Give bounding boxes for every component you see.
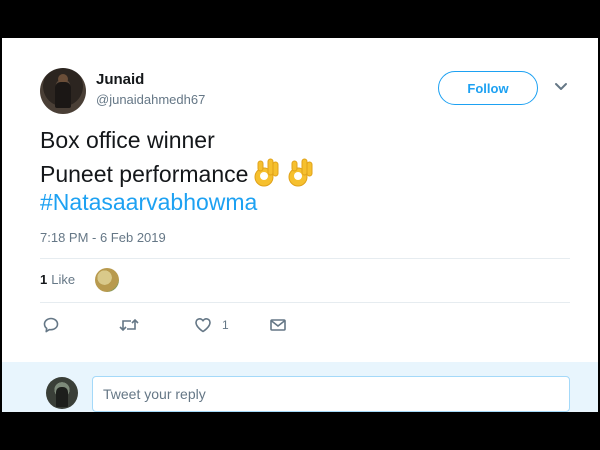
likes-summary[interactable]: 1 Like (40, 272, 75, 287)
heart-icon (195, 318, 211, 333)
retweet-icon (119, 318, 139, 332)
like-count: 1 (222, 318, 229, 332)
divider (40, 258, 570, 259)
reply-input[interactable]: Tweet your reply (92, 376, 570, 412)
chevron-down-icon[interactable] (554, 82, 568, 92)
current-user-avatar[interactable] (46, 377, 78, 409)
tweet-line-2-text: Puneet performance (40, 161, 249, 187)
likes-count: 1 (40, 272, 48, 287)
direct-message-button[interactable] (269, 315, 287, 335)
reply-icon (43, 317, 59, 333)
tweet-line-2: Puneet performance (40, 156, 580, 187)
author-avatar[interactable] (40, 68, 86, 114)
author-name[interactable]: Junaid (96, 71, 144, 88)
tweet-timestamp[interactable]: 7:18 PM - 6 Feb 2019 (40, 230, 166, 245)
reply-button[interactable] (42, 315, 60, 335)
ok-hand-emoji (286, 156, 316, 196)
likes-label: Like (51, 272, 76, 287)
top-black-bar (0, 0, 600, 38)
tweet-line-1: Box office winner (40, 127, 215, 153)
envelope-icon (270, 319, 286, 331)
like-button[interactable]: 1 (194, 315, 229, 335)
tweet-text: Box office winner Puneet performance #Na… (40, 125, 580, 218)
follow-button[interactable]: Follow (438, 71, 538, 105)
bottom-black-bar (0, 412, 600, 450)
author-handle[interactable]: @junaidahmedh67 (96, 92, 205, 107)
divider (40, 302, 570, 303)
reply-composer: Tweet your reply (2, 362, 598, 412)
tweet-card: Junaid @junaidahmedh67 Follow Box office… (2, 38, 598, 412)
liker-avatar[interactable] (95, 268, 119, 292)
retweet-button[interactable] (119, 315, 139, 335)
